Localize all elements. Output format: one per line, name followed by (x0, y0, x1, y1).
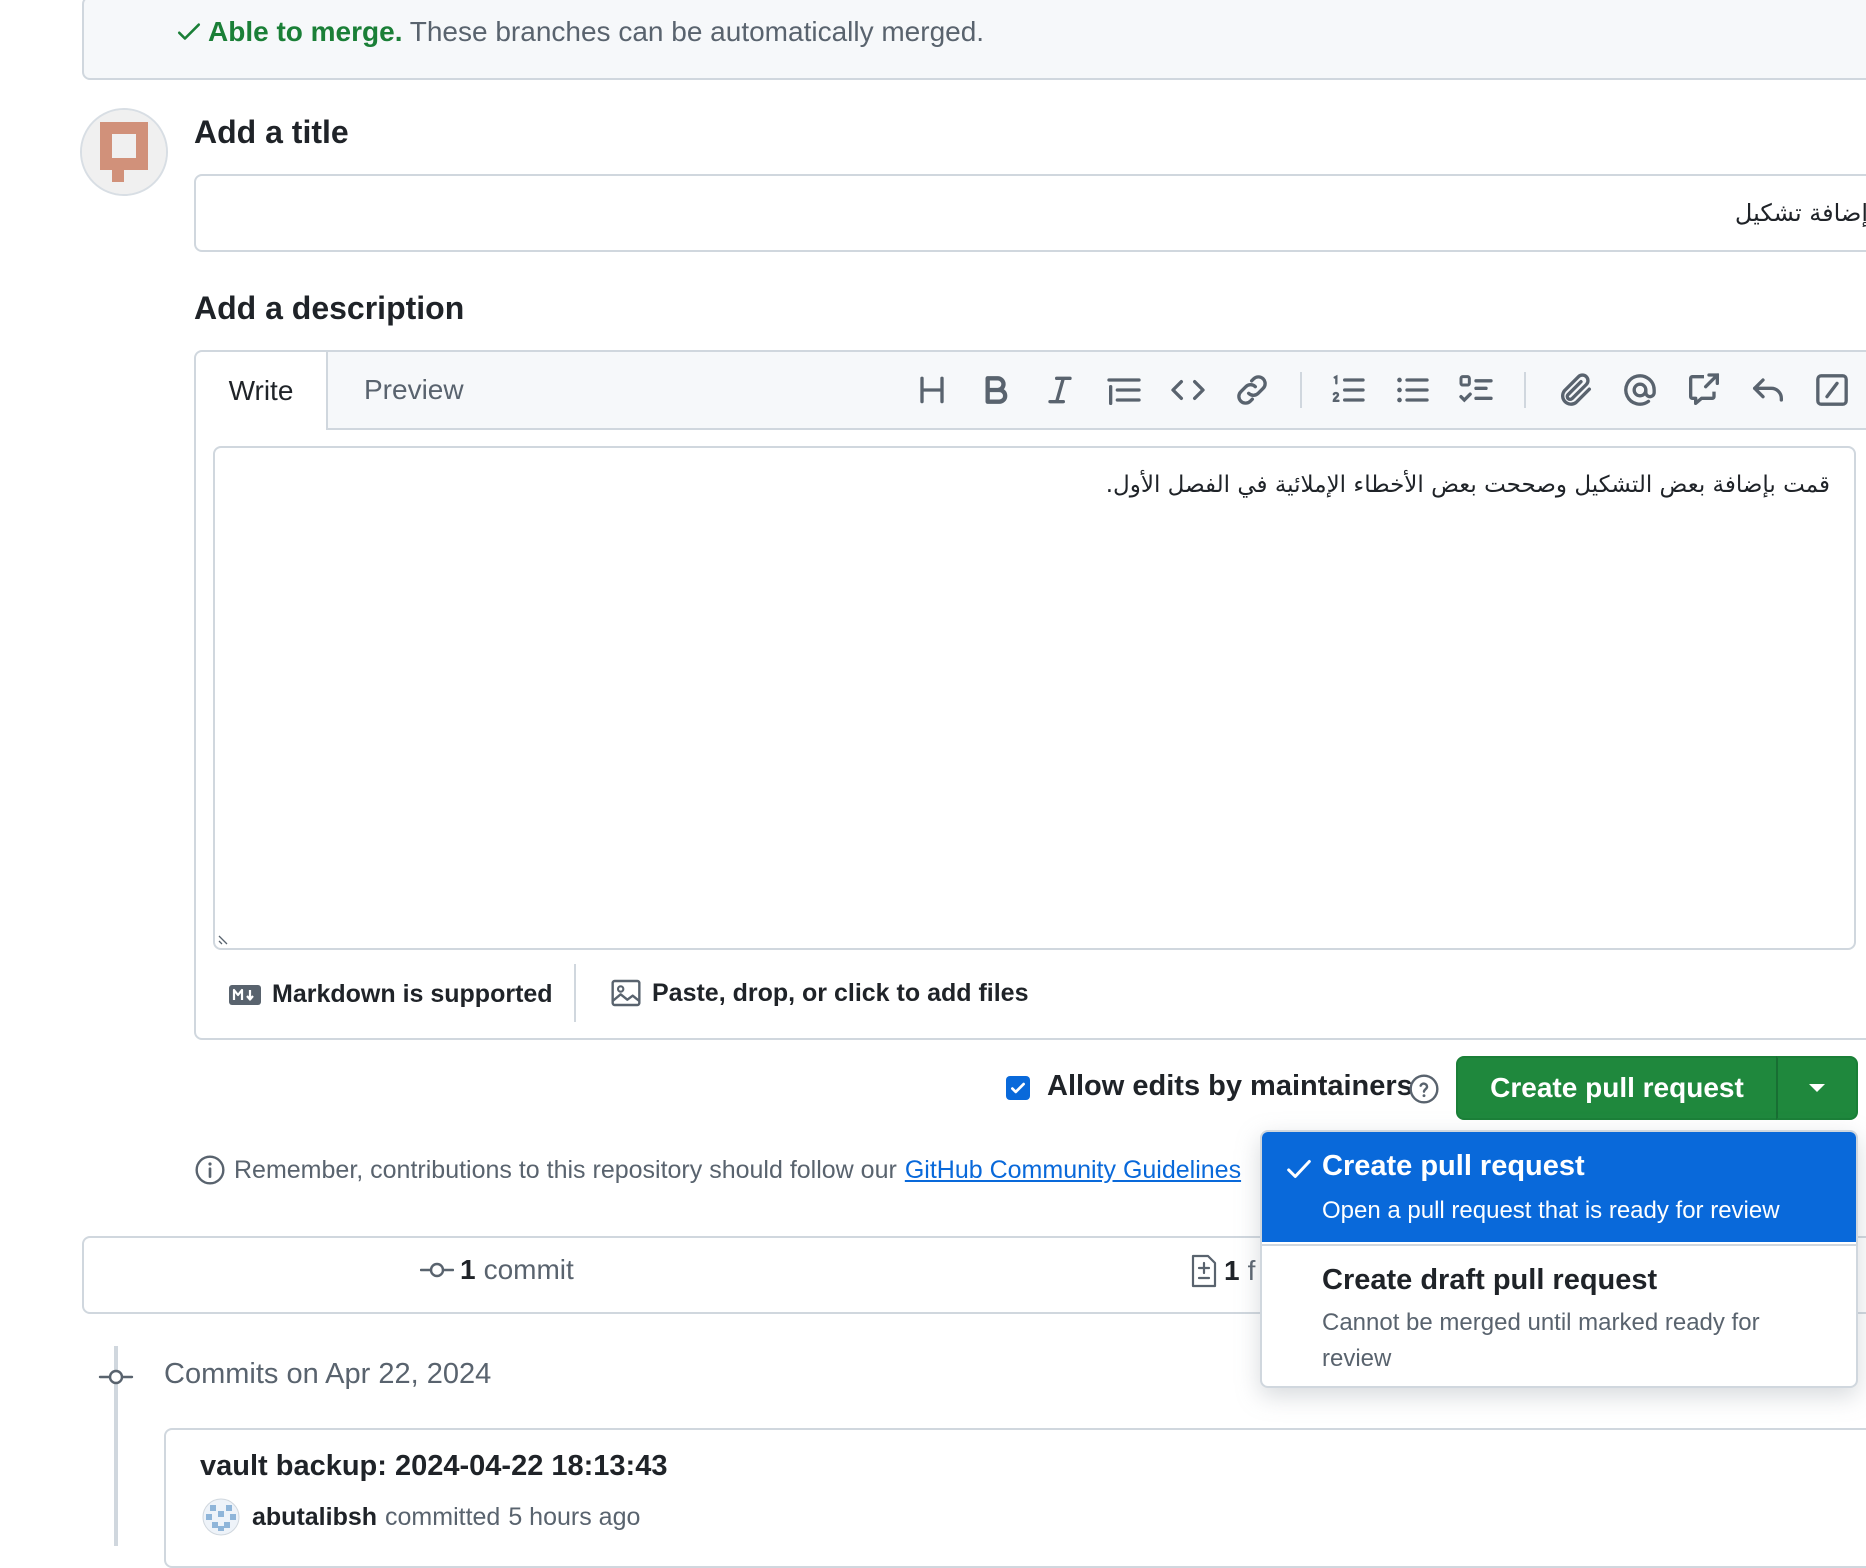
commits-date-heading: Commits on Apr 22, 2024 (164, 1358, 492, 1390)
link-icon[interactable] (1232, 370, 1272, 410)
toolbar-divider (1300, 372, 1302, 408)
tab-write[interactable]: Write (196, 352, 328, 430)
commits-stat[interactable]: 1 commit (420, 1254, 574, 1286)
unordered-list-icon[interactable] (1392, 370, 1432, 410)
slash-command-icon[interactable] (1812, 370, 1852, 410)
commit-author[interactable]: abutalibsh (252, 1503, 377, 1532)
description-text: قمت بإضافة بعض التشكيل وصححت بعض الأخطاء… (1105, 472, 1830, 498)
check-icon (177, 23, 201, 40)
menu-item-create-draft-pull-request[interactable]: Create draft pull request Cannot be merg… (1262, 1244, 1856, 1386)
check-icon (1287, 1160, 1311, 1178)
create-pull-request-button[interactable]: Create pull request (1456, 1056, 1778, 1120)
attach-files-label: Paste, drop, or click to add files (652, 978, 1029, 1007)
triangle-down-icon (1809, 1084, 1825, 1092)
create-options-dropdown-button[interactable] (1776, 1056, 1858, 1120)
commit-meta: abutalibsh committed 5 hours ago (202, 1498, 640, 1536)
code-icon[interactable] (1168, 370, 1208, 410)
toolbar-divider (1524, 372, 1526, 408)
title-input[interactable]: إضافة تشكيل (194, 174, 1866, 252)
files-stat[interactable]: 1 f (1190, 1254, 1255, 1288)
resize-handle-icon[interactable] (217, 930, 233, 946)
tab-preview[interactable]: Preview (364, 352, 464, 428)
commit-message[interactable]: vault backup: 2024-04-22 18:13:43 (200, 1450, 667, 1483)
merge-status-title: Able to merge. (208, 16, 403, 47)
markdown-hint[interactable]: Markdown is supported (228, 980, 553, 1009)
task-list-icon[interactable] (1456, 370, 1496, 410)
reference-icon[interactable] (1684, 370, 1724, 410)
author-avatar[interactable] (202, 1498, 240, 1536)
reply-icon[interactable] (1748, 370, 1788, 410)
timeline-commit-icon (98, 1362, 134, 1392)
commits-count: 1 (460, 1254, 476, 1285)
italic-icon[interactable] (1040, 370, 1080, 410)
merge-status-ok: Able to merge. (176, 16, 402, 47)
commit-time: 5 hours ago (508, 1502, 641, 1531)
git-commit-icon (420, 1262, 454, 1278)
guidelines-notice: Remember, contributions to this reposito… (194, 1154, 1241, 1186)
menu-item-title: Create pull request (1322, 1150, 1585, 1182)
commits-label: commit (483, 1254, 574, 1285)
ordered-list-icon[interactable] (1328, 370, 1368, 410)
markdown-hint-label: Markdown is supported (272, 980, 553, 1008)
bold-icon[interactable] (976, 370, 1016, 410)
info-icon (195, 1155, 225, 1185)
heading-icon[interactable] (912, 370, 952, 410)
footer-divider (574, 964, 576, 1022)
merge-status: Able to merge. These branches can be aut… (176, 16, 984, 48)
menu-item-description: Open a pull request that is ready for re… (1322, 1197, 1780, 1224)
guidelines-notice-text: Remember, contributions to this reposito… (234, 1155, 897, 1184)
identicon-icon (82, 110, 166, 194)
menu-item-description: Cannot be merged until marked ready for … (1322, 1309, 1760, 1372)
quote-icon[interactable] (1104, 370, 1144, 410)
menu-item-create-pull-request[interactable]: Create pull request Open a pull request … (1262, 1132, 1856, 1242)
image-icon (611, 979, 641, 1007)
checkmark-icon (1011, 1082, 1025, 1094)
description-label: Add a description (194, 290, 465, 326)
avatar[interactable] (80, 108, 168, 196)
files-count: 1 (1224, 1255, 1240, 1286)
menu-item-title: Create draft pull request (1322, 1264, 1658, 1296)
commit-item: vault backup: 2024-04-22 18:13:43 abutal… (164, 1428, 1866, 1568)
allow-edits-label[interactable]: Allow edits by maintainers (1047, 1070, 1413, 1103)
allow-edits-checkbox[interactable] (1006, 1076, 1030, 1100)
create-options-menu: Create pull request Open a pull request … (1260, 1130, 1858, 1388)
markdown-icon (229, 984, 261, 1005)
attach-icon[interactable] (1556, 370, 1596, 410)
mention-icon[interactable] (1620, 370, 1660, 410)
description-textarea[interactable]: قمت بإضافة بعض التشكيل وصححت بعض الأخطاء… (213, 446, 1856, 950)
file-diff-icon (1191, 1254, 1217, 1288)
attach-files-hint[interactable]: Paste, drop, or click to add files (610, 978, 1029, 1008)
commit-action: committed (385, 1502, 501, 1531)
help-icon[interactable] (1408, 1073, 1440, 1105)
merge-status-message: These branches can be automatically merg… (402, 16, 985, 47)
files-label: f (1247, 1255, 1256, 1286)
title-label: Add a title (194, 114, 349, 150)
community-guidelines-link[interactable]: GitHub Community Guidelines (905, 1156, 1241, 1185)
